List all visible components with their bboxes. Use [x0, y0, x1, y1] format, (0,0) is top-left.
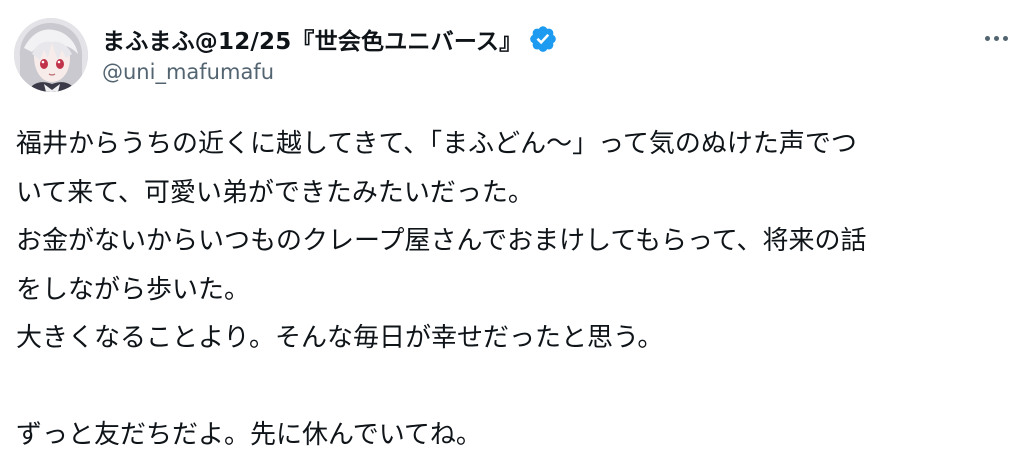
- tweet-text-line: [16, 363, 1016, 412]
- tweet-text-line: をしながら歩いた。: [16, 274, 251, 305]
- more-options-button[interactable]: [978, 26, 1014, 50]
- tweet-text-line: お金がないからいつものクレープ屋さんでおまけしてもらって、将来の話: [16, 226, 867, 256]
- more-dot-icon: [984, 35, 990, 41]
- avatar[interactable]: [14, 18, 88, 92]
- tweet-text: 福井からうちの近くに越してきて、「まふどん〜」って気のぬけた声でつ いて来て、可…: [16, 120, 1016, 460]
- tweet-text-line: ずっと友だちだよ。先に休んでいてね。: [16, 420, 482, 450]
- author-name-row[interactable]: まふまふ@12/25『世会色ユニバース』: [102, 22, 558, 56]
- avatar-image: [14, 18, 88, 92]
- tweet-card: まふまふ@12/25『世会色ユニバース』 @uni_mafumafu 福井からう…: [0, 0, 1024, 450]
- tweet-text-line: 大きくなることより。そんな毎日が幸せだったと思う。: [16, 323, 664, 353]
- tweet-text-line: 福井からうちの近くに越してきて、「まふどん〜」って気のぬけた声でつ: [16, 129, 857, 159]
- more-dot-icon: [993, 35, 999, 41]
- tweet-text-line: いて来て、可愛い弟ができたみたいだった。: [16, 177, 534, 208]
- verified-badge-icon: [530, 26, 557, 52]
- more-dot-icon: [1002, 35, 1008, 41]
- author-handle[interactable]: @uni_mafumafu: [102, 60, 274, 84]
- display-name[interactable]: まふまふ@12/25『世会色ユニバース』: [102, 22, 522, 56]
